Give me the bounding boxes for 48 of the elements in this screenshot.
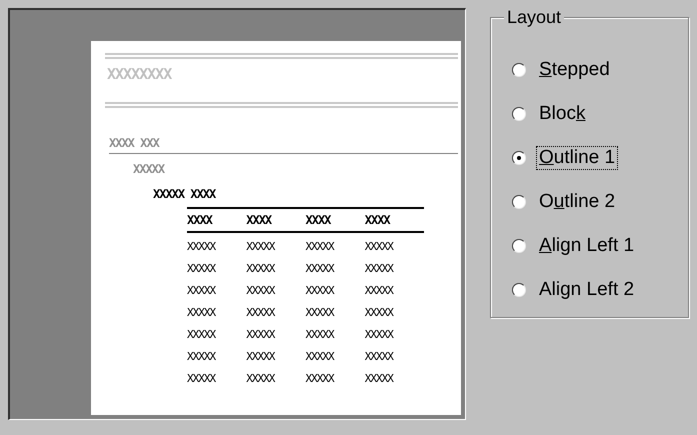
radio-button[interactable] [512,151,526,165]
radio-button[interactable] [512,283,526,297]
column-header: XXXX [306,212,332,228]
table-cell-text: XXXXX [187,260,217,276]
table-cell-text: XXXXX [187,370,217,386]
table-cell-text: XXXXX [306,326,336,342]
table-cell-text: XXXXX [187,304,217,320]
table-cell-text: XXXXX [306,260,336,276]
table-cell-text: XXXXX [187,326,217,342]
table-cell-text: XXXXX [246,370,276,386]
table-cell-text: XXXXX [306,238,336,254]
option-label[interactable]: Stepped [536,58,613,82]
table-cell-text: XXXXX [306,304,336,320]
table-cell-text: XXXXX [364,282,394,298]
table-cell-text: XXXXX [187,238,217,254]
option-label[interactable]: Block [536,102,588,126]
table-cell-text: XXXXX [187,282,217,298]
table-cell-text: XXXXX [364,238,394,254]
table-cell-text: XXXXX [364,260,394,276]
table-cell-text: XXXXX [306,370,336,386]
report-title: XXXXXXXX [107,64,172,85]
table-cell-text: XXXXX [364,370,394,386]
table-cell-text: XXXXX [246,238,276,254]
radio-button[interactable] [512,239,526,253]
column-header: XXXX [364,212,392,228]
radio-button[interactable] [512,107,526,121]
column-header: XXXX [246,212,273,228]
option-label[interactable]: Outline 1 [536,146,618,170]
option-label[interactable]: Align Left 2 [536,278,638,302]
sub-header: XXXXX [133,160,164,178]
radio-button[interactable] [512,63,526,77]
table-cell-text: XXXXX [364,304,394,320]
table-cell-text: XXXXX [306,348,336,364]
option-label[interactable]: Outline 2 [536,190,618,214]
column-header: XXXX [187,212,214,228]
detail-header: XXXXX XXXX [153,186,216,202]
table-cell-text: XXXXX [246,260,276,276]
table-cell-text: XXXXX [187,348,217,364]
table-cell-text: XXXXX [246,348,276,364]
table-cell-text: XXXXX [364,348,394,364]
radio-button[interactable] [512,195,526,209]
table-cell-text: XXXXX [246,304,276,320]
table-cell-text: XXXXX [364,326,394,342]
table-cell-text: XXXXX [246,282,276,298]
option-label[interactable]: Align Left 1 [536,234,638,258]
table-cell-text: XXXXX [306,282,336,298]
group-header: XXXX XXX [109,134,159,152]
table-cell-text: XXXXX [246,326,276,342]
